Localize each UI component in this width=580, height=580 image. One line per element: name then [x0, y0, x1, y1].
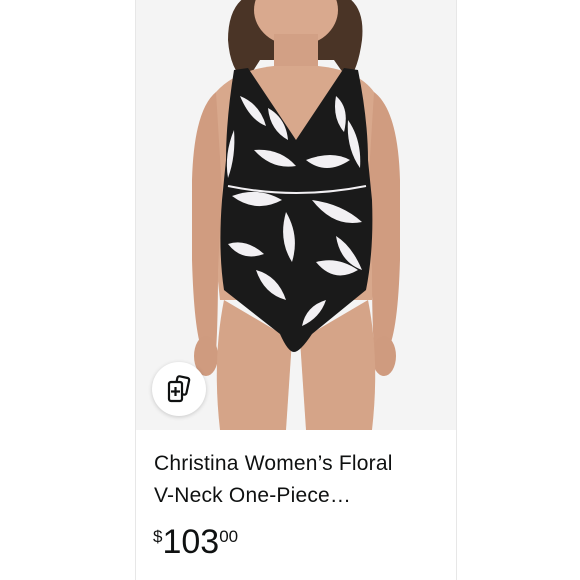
product-title-line-2[interactable]: V-Neck One-Piece… [154, 480, 450, 512]
product-price: $ 103 00 [153, 522, 238, 562]
product-title-line-1[interactable]: Christina Women’s Floral [154, 448, 450, 480]
add-to-compare-button[interactable] [152, 362, 206, 416]
price-fraction: 00 [219, 527, 239, 546]
product-title[interactable]: Christina Women’s Floral V-Neck One-Piec… [154, 448, 450, 512]
product-card[interactable]: Christina Women’s Floral V-Neck One-Piec… [135, 0, 457, 580]
add-to-compare-cards-icon [167, 375, 191, 403]
price-whole: 103 [162, 523, 220, 561]
price-currency-symbol: $ [153, 527, 163, 546]
